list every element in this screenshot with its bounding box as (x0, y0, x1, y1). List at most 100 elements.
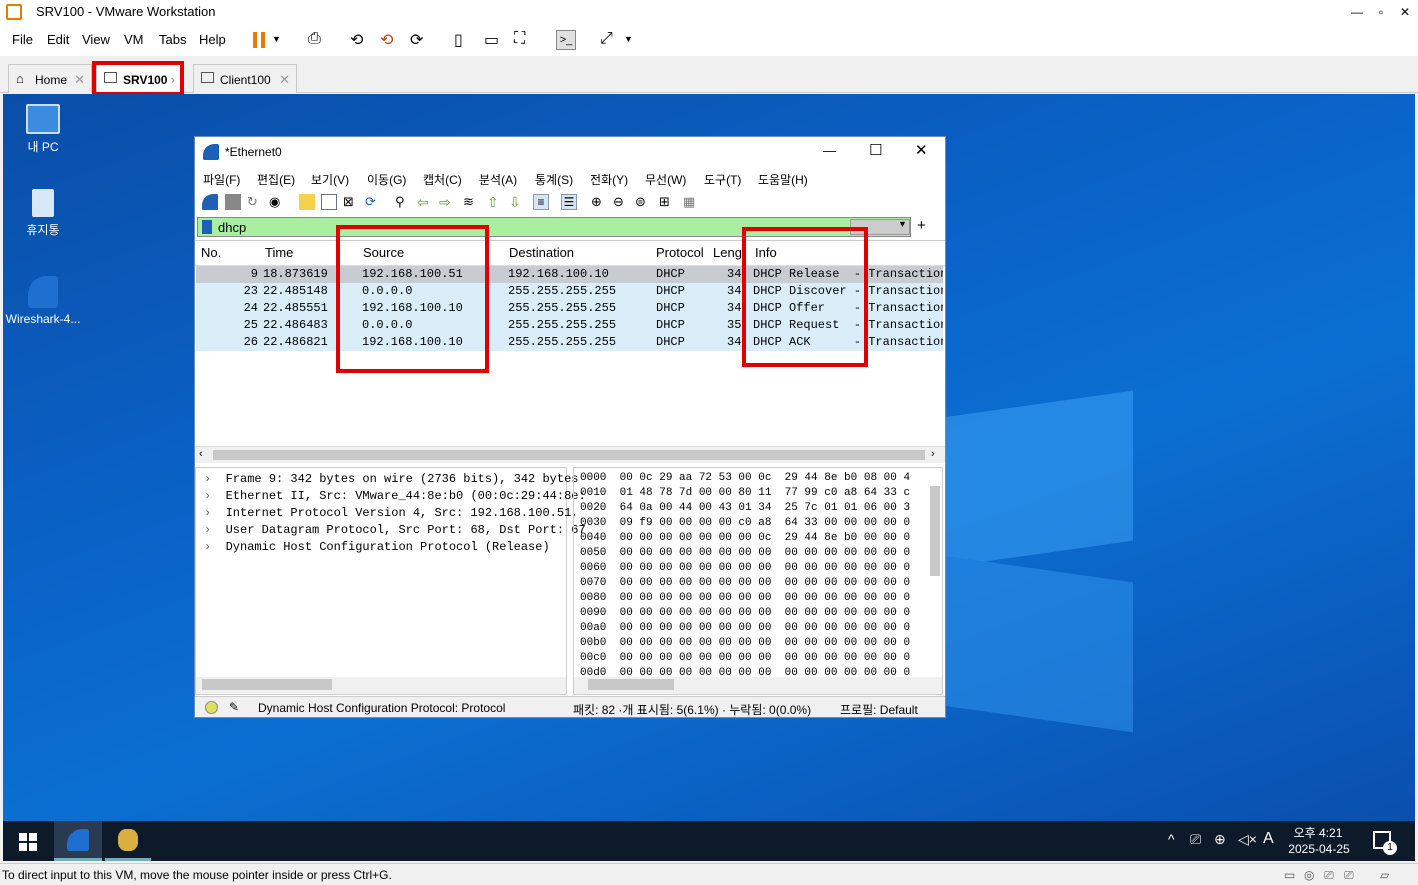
detail-udp[interactable]: › User Datagram Protocol, Src Port: 68, … (204, 523, 586, 537)
resize-columns-icon[interactable]: ⊞ (659, 194, 675, 210)
taskbar-network-button[interactable] (105, 821, 151, 861)
hdd-icon[interactable]: ▭ (1284, 868, 1295, 882)
hex-line[interactable]: 0030 09 f9 00 00 00 00 c0 a8 64 33 00 00… (580, 517, 910, 529)
cd-icon[interactable]: ◎ (1304, 868, 1314, 882)
close-button[interactable]: ✕ (915, 141, 928, 159)
scroll-left-icon[interactable]: ‹ (199, 448, 203, 460)
hex-line[interactable]: 0020 64 0a 00 44 00 43 01 34 25 7c 01 01… (580, 502, 910, 514)
menu-analyze[interactable]: 분석(A) (479, 171, 517, 188)
menu-tabs[interactable]: Tabs (159, 32, 186, 47)
close-file-icon[interactable]: ⊠ (343, 194, 359, 210)
menu-vm[interactable]: VM (124, 32, 144, 47)
close-button[interactable]: ✕ (1392, 0, 1418, 24)
autoscroll-icon[interactable]: ≡ (533, 194, 549, 210)
go-to-packet-icon[interactable]: ≋ (463, 194, 479, 210)
console-icon[interactable]: >_ (556, 30, 576, 50)
status-profile[interactable]: 프로필: Default (840, 701, 918, 718)
go-back-icon[interactable]: ⇦ (417, 194, 433, 210)
menu-capture[interactable]: 캡처(C) (423, 171, 462, 188)
hex-line[interactable]: 00b0 00 00 00 00 00 00 00 00 00 00 00 00… (580, 637, 910, 649)
network-adapter-icon[interactable]: ⎚ (1324, 868, 1334, 883)
menu-view[interactable]: 보기(V) (311, 171, 349, 188)
first-packet-icon[interactable]: ⇧ (487, 194, 503, 210)
hex-line[interactable]: 0070 00 00 00 00 00 00 00 00 00 00 00 00… (580, 577, 910, 589)
menu-wireless[interactable]: 무선(W) (645, 171, 686, 188)
stop-capture-icon[interactable] (225, 194, 241, 210)
globe-icon[interactable]: ⊕ (1214, 831, 1226, 848)
hex-line[interactable]: 0060 00 00 00 00 00 00 00 00 00 00 00 00… (580, 562, 910, 574)
column-protocol[interactable]: Protocol (656, 245, 704, 260)
hex-line[interactable]: 0010 01 48 78 7d 00 00 80 11 77 99 c0 a8… (580, 487, 910, 499)
desktop-icon-wireshark[interactable]: Wireshark-4... (3, 276, 83, 326)
menu-file[interactable]: File (12, 32, 33, 47)
start-button-icon[interactable] (19, 833, 37, 851)
colorize-icon[interactable]: ☰ (561, 194, 577, 210)
open-file-icon[interactable] (299, 194, 315, 210)
layout-icon[interactable]: ▦ (683, 194, 699, 210)
close-icon[interactable]: ✕ (279, 72, 290, 88)
minimize-button[interactable]: — (1344, 0, 1370, 24)
volume-muted-icon[interactable]: ◁× (1238, 831, 1257, 848)
snapshot-icon[interactable]: ⟲ (350, 30, 370, 50)
menu-tools[interactable]: 도구(T) (704, 171, 741, 188)
minimize-button[interactable]: — (823, 143, 836, 158)
message-icon[interactable]: ▱ (1380, 868, 1389, 882)
clock-date[interactable]: 2025-04-25 (1283, 842, 1355, 856)
hex-line[interactable]: 0050 00 00 00 00 00 00 00 00 00 00 00 00… (580, 547, 910, 559)
hex-line[interactable]: 0090 00 00 00 00 00 00 00 00 00 00 00 00… (580, 607, 910, 619)
taskbar-wireshark-button[interactable] (54, 821, 102, 861)
pause-icon[interactable] (250, 30, 270, 50)
desktop-icon-recycle-bin[interactable]: 휴지통 (3, 189, 83, 238)
revert-snapshot-icon[interactable]: ⟲ (380, 30, 400, 50)
column-time[interactable]: Time (265, 245, 293, 260)
menu-edit[interactable]: 편집(E) (257, 171, 295, 188)
detail-ethernet[interactable]: › Ethernet II, Src: VMware_44:8e:b0 (00:… (204, 489, 586, 503)
menu-file[interactable]: 파일(F) (203, 171, 240, 188)
thumbnail-icon[interactable]: ▭ (484, 30, 504, 50)
column-no[interactable]: No. (201, 245, 221, 260)
zoom-out-icon[interactable]: ⊖ (613, 194, 629, 210)
hex-line[interactable]: 0080 00 00 00 00 00 00 00 00 00 00 00 00… (580, 592, 910, 604)
go-forward-icon[interactable]: ⇨ (439, 194, 455, 210)
menu-edit[interactable]: Edit (47, 32, 69, 47)
sidebar-icon[interactable]: ▯ (454, 30, 474, 50)
close-icon[interactable]: ✕ (74, 72, 85, 88)
menu-help[interactable]: Help (199, 32, 226, 47)
notification-icon[interactable]: 1 (1373, 831, 1397, 855)
hex-line[interactable]: 00c0 00 00 00 00 00 00 00 00 00 00 00 00… (580, 652, 910, 664)
ime-indicator[interactable]: A (1263, 830, 1274, 848)
edit-comment-icon[interactable]: ✎ (229, 700, 239, 714)
hex-vertical-scrollbar[interactable] (930, 486, 940, 576)
clock-time[interactable]: 오후 4:21 (1288, 824, 1348, 841)
scrollbar-thumb[interactable] (202, 679, 332, 690)
bookmark-icon[interactable] (202, 220, 212, 234)
menu-telephony[interactable]: 전화(Y) (590, 171, 628, 188)
zoom-in-icon[interactable]: ⊕ (591, 194, 607, 210)
menu-view[interactable]: View (82, 32, 110, 47)
snapshot-manager-icon[interactable]: ⟳ (410, 30, 430, 50)
hex-line[interactable]: 00a0 00 00 00 00 00 00 00 00 00 00 00 00… (580, 622, 910, 634)
chevron-up-icon[interactable]: ^ (1168, 831, 1175, 847)
capture-options-icon[interactable]: ◉ (269, 194, 285, 210)
maximize-button[interactable]: ☐ (869, 141, 882, 159)
scrollbar-thumb[interactable] (588, 679, 674, 690)
scroll-right-icon[interactable]: › (931, 448, 935, 460)
scrollbar-thumb[interactable] (213, 450, 925, 460)
send-keys-icon[interactable]: ⎙ (308, 30, 328, 50)
menu-statistics[interactable]: 통계(S) (535, 171, 573, 188)
reload-file-icon[interactable]: ⟳ (365, 194, 381, 210)
network-icon[interactable]: ⎚ (1190, 831, 1201, 848)
hex-line[interactable]: 0040 00 00 00 00 00 00 00 0c 29 44 8e b0… (580, 532, 910, 544)
expert-info-icon[interactable] (205, 701, 218, 714)
hex-horizontal-scrollbar[interactable] (574, 677, 942, 694)
chevron-down-icon[interactable]: ▼ (624, 34, 644, 54)
menu-go[interactable]: 이동(G) (367, 171, 406, 188)
maximize-button[interactable]: ▫ (1368, 0, 1394, 24)
fullscreen-icon[interactable]: ⛶ (514, 30, 534, 50)
menu-help[interactable]: 도움말(H) (758, 171, 808, 188)
details-scrollbar[interactable] (196, 677, 566, 694)
add-filter-button[interactable]: + (917, 217, 926, 234)
find-packet-icon[interactable]: ⚲ (395, 194, 411, 210)
usb-icon[interactable]: ⎚ (1344, 868, 1354, 883)
last-packet-icon[interactable]: ⇩ (509, 194, 525, 210)
